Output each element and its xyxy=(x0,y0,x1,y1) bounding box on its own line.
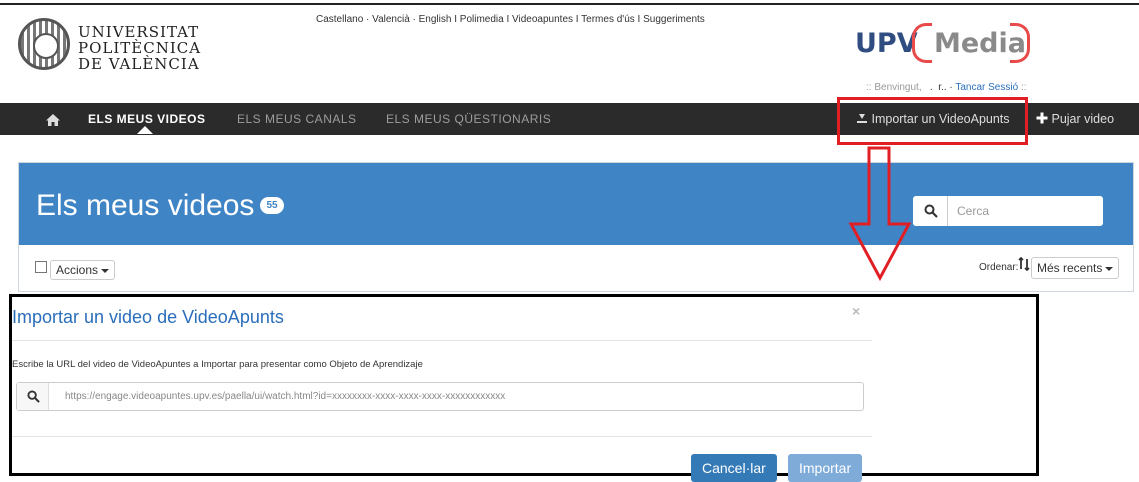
caret-down-icon xyxy=(1105,266,1114,271)
sort-icon[interactable] xyxy=(1018,257,1030,271)
brand-upv: UPV xyxy=(855,28,918,59)
caret-down-icon xyxy=(101,268,110,273)
page-title: Els meus videos 55 xyxy=(36,189,284,223)
active-nav-caret xyxy=(137,126,153,134)
logout-link[interactable]: Tancar Sessió xyxy=(955,82,1018,93)
page-title-text: Els meus videos xyxy=(36,189,255,222)
modal-description: Escribe la URL del video de VideoApuntes… xyxy=(12,359,423,370)
url-input-group xyxy=(16,382,864,411)
upv-university-logo[interactable]: UNIVERSITAT POLITÈCNICA DE VALÈNCIA xyxy=(18,18,218,78)
top-language-links[interactable]: Castellano · Valencià · English I Polime… xyxy=(316,14,705,25)
university-name-line-2: POLITÈCNICA xyxy=(78,39,202,57)
order-dropdown[interactable]: Més recents xyxy=(1031,257,1120,279)
upload-video-label: Pujar video xyxy=(1051,112,1115,126)
import-modal: Importar un video de VideoApunts × Escri… xyxy=(9,294,1039,482)
videoapunts-url-input[interactable] xyxy=(50,383,860,410)
modal-header-divider xyxy=(12,340,872,341)
welcome-suffix: :: xyxy=(1020,82,1027,93)
search-input[interactable] xyxy=(949,196,1099,226)
close-icon[interactable]: × xyxy=(852,303,860,319)
university-seal-icon xyxy=(18,18,70,70)
university-name-line-1: UNIVERSITAT xyxy=(78,23,200,41)
welcome-bar: :: Benvingut, . r.. · Tancar Sessió :: xyxy=(866,82,1027,93)
nav-my-quizzes[interactable]: ELS MEUS QÜESTIONARIS xyxy=(386,103,551,135)
university-name: UNIVERSITAT POLITÈCNICA DE VALÈNCIA xyxy=(78,24,201,72)
main-navbar: ELS MEUS VIDEOS ELS MEUS CANALS ELS MEUS… xyxy=(0,103,1139,135)
import-videoapunts-link[interactable]: Importar un VideoApunts xyxy=(856,103,1010,135)
cancel-button[interactable]: Cancel·lar xyxy=(691,454,777,482)
panel-header: Els meus videos 55 xyxy=(19,163,1133,245)
welcome-prefix: :: Benvingut, xyxy=(866,82,922,93)
brand-bracket-right xyxy=(1010,23,1030,63)
actions-label: Accions xyxy=(56,263,99,277)
videos-panel: Els meus videos 55 Accions Ordenar: Més r… xyxy=(18,162,1134,292)
brand-bracket-left xyxy=(912,23,932,63)
modal-title: Importar un video de VideoApunts xyxy=(12,307,284,327)
modal-footer-divider xyxy=(12,436,872,437)
home-icon[interactable] xyxy=(44,111,62,129)
order-value: Més recents xyxy=(1037,261,1103,275)
annotation-down-arrow xyxy=(848,146,912,282)
video-count-badge: 55 xyxy=(260,196,284,214)
order-label: Ordenar: xyxy=(979,262,1019,273)
import-videoapunts-label: Importar un VideoApunts xyxy=(871,112,1010,126)
search-icon xyxy=(27,390,40,403)
search-icon xyxy=(924,204,938,218)
plus-icon xyxy=(1036,112,1048,124)
welcome-username: . r.. xyxy=(924,82,947,93)
select-all-checkbox[interactable] xyxy=(35,261,47,273)
search-box xyxy=(913,196,1103,226)
upload-video-link[interactable]: Pujar video xyxy=(1036,103,1114,135)
nav-my-channels[interactable]: ELS MEUS CANALS xyxy=(237,103,357,135)
university-name-line-3: DE VALÈNCIA xyxy=(78,55,200,73)
url-search-addon xyxy=(17,383,49,410)
welcome-separator: · xyxy=(949,82,953,93)
import-icon xyxy=(857,114,867,123)
actions-dropdown[interactable]: Accions xyxy=(50,260,116,280)
search-button[interactable] xyxy=(913,196,948,226)
top-border-line xyxy=(0,3,1139,5)
import-button[interactable]: Importar xyxy=(788,454,863,482)
